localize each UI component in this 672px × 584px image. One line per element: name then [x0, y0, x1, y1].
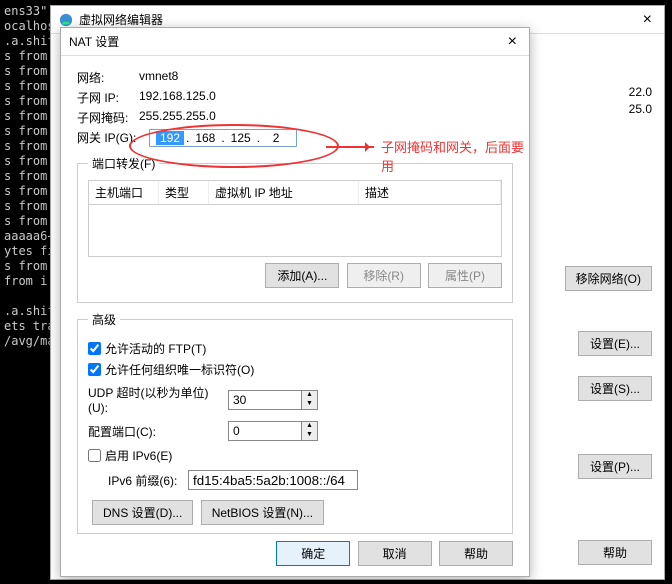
ftp-label: 允许活动的 FTP(T) [105, 340, 206, 357]
remove-network-button[interactable]: 移除网络(O) [565, 266, 652, 291]
dialog-footer: 确定 取消 帮助 [272, 541, 513, 566]
network-label: 网络: [77, 69, 139, 86]
pf-table-header: 主机端口 类型 虚拟机 IP 地址 描述 [88, 180, 502, 205]
annotation-text: 子网掩码和网关，后面要用 [381, 137, 529, 175]
nat-title: NAT 设置 [69, 33, 504, 50]
annotation-circle [129, 124, 339, 168]
stub-text: 22.0 25.0 [629, 82, 652, 119]
spin-down-icon[interactable]: ▼ [301, 400, 317, 409]
spin-down-icon[interactable]: ▼ [301, 431, 317, 440]
help-button[interactable]: 帮助 [439, 541, 513, 566]
col-vm-ip: 虚拟机 IP 地址 [209, 181, 359, 204]
vne-settings-e-button[interactable]: 设置(E)... [578, 331, 652, 356]
advanced-legend: 高级 [88, 311, 120, 328]
pf-table-body[interactable] [88, 205, 502, 257]
netbios-settings-button[interactable]: NetBIOS 设置(N)... [201, 500, 324, 525]
network-value: vmnet8 [139, 69, 178, 86]
ipv6-chk-label: 启用 IPv6(E) [105, 447, 172, 464]
subnet-mask-label: 子网掩码: [77, 109, 139, 126]
col-type: 类型 [159, 181, 209, 204]
ipv6-prefix-input[interactable] [188, 470, 358, 490]
udp-value[interactable]: 30 [229, 393, 301, 407]
nat-titlebar: NAT 设置 × [61, 28, 529, 56]
vne-help-button[interactable]: 帮助 [578, 540, 652, 565]
vne-close-icon[interactable]: × [639, 11, 656, 29]
udp-timeout-input[interactable]: 30▲▼ [228, 390, 318, 410]
subnet-ip-label: 子网 IP: [77, 89, 139, 106]
add-button[interactable]: 添加(A)... [265, 263, 339, 288]
ipv6-checkbox[interactable] [88, 449, 101, 462]
vne-settings-s-button[interactable]: 设置(S)... [578, 376, 652, 401]
cfg-value[interactable]: 0 [229, 424, 301, 438]
config-port-input[interactable]: 0▲▼ [228, 421, 318, 441]
subnet-mask-value: 255.255.255.0 [139, 109, 216, 126]
dns-settings-button[interactable]: DNS 设置(D)... [92, 500, 193, 525]
ftp-checkbox-row[interactable]: 允许活动的 FTP(T) [88, 340, 502, 357]
stub-row: 22.0 [629, 85, 652, 99]
nat-close-icon[interactable]: × [504, 33, 521, 51]
advanced-group: 高级 允许活动的 FTP(T) 允许任何组织唯一标识符(O) UDP 超时(以秒… [77, 311, 513, 534]
col-desc: 描述 [359, 181, 501, 204]
remove-button: 移除(R) [347, 263, 421, 288]
spin-up-icon[interactable]: ▲ [301, 422, 317, 431]
app-icon [59, 13, 73, 27]
ftp-checkbox[interactable] [88, 342, 101, 355]
udp-timeout-label: UDP 超时(以秒为单位)(U): [88, 384, 228, 415]
ok-button[interactable]: 确定 [276, 541, 350, 566]
annotation-arrow [326, 146, 374, 148]
config-port-label: 配置端口(C): [88, 423, 228, 440]
subnet-ip-value: 192.168.125.0 [139, 89, 216, 106]
port-forward-group: 端口转发(F) 主机端口 类型 虚拟机 IP 地址 描述 添加(A)... 移除… [77, 155, 513, 303]
cancel-button[interactable]: 取消 [358, 541, 432, 566]
spin-up-icon[interactable]: ▲ [301, 391, 317, 400]
ipv6-prefix-label: IPv6 前缀(6): [108, 472, 188, 489]
vne-title: 虚拟网络编辑器 [79, 11, 639, 28]
org-checkbox[interactable] [88, 363, 101, 376]
stub-row: 25.0 [629, 102, 652, 116]
vne-settings-p-button[interactable]: 设置(P)... [578, 454, 652, 479]
org-checkbox-row[interactable]: 允许任何组织唯一标识符(O) [88, 361, 502, 378]
col-host-port: 主机端口 [89, 181, 159, 204]
org-label: 允许任何组织唯一标识符(O) [105, 361, 254, 378]
nat-settings-dialog: NAT 设置 × 网络:vmnet8 子网 IP:192.168.125.0 子… [60, 27, 530, 577]
properties-button: 属性(P) [428, 263, 502, 288]
ipv6-checkbox-row[interactable]: 启用 IPv6(E) [88, 447, 502, 464]
